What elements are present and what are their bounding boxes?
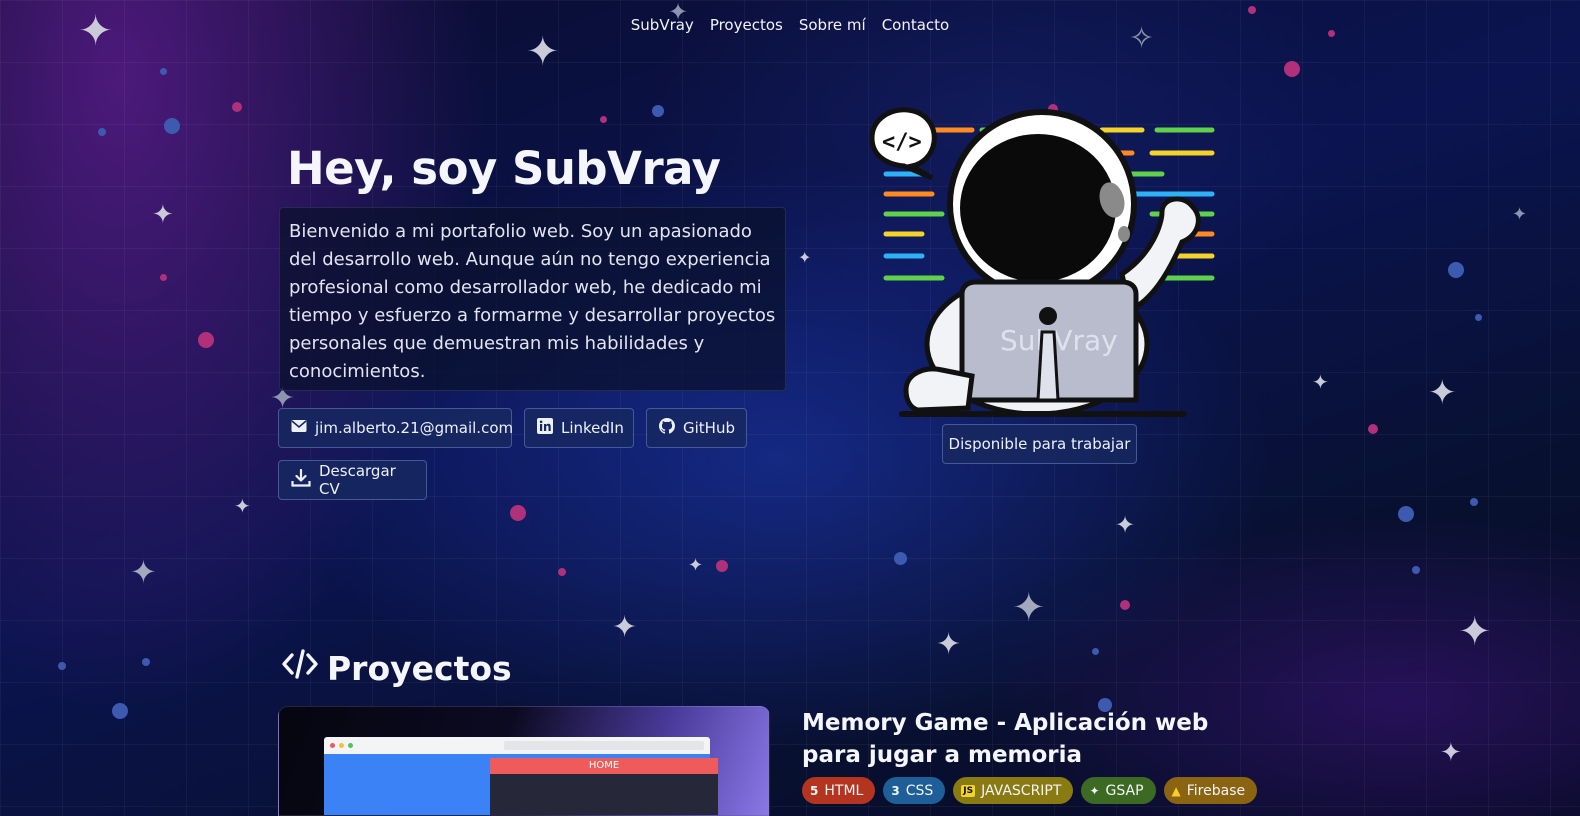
decor-dot [1448, 262, 1464, 278]
gsap-icon: ✦ [1089, 783, 1100, 798]
decor-dot [160, 274, 167, 281]
tag-label: HTML [824, 782, 864, 799]
availability-badge: Disponible para trabajar [942, 424, 1137, 464]
decor-dot [894, 552, 907, 565]
sparkle-icon: ✦ [1312, 370, 1329, 394]
sparkle-icon: ✦ [130, 553, 157, 591]
decor-dot [232, 102, 242, 112]
sparkle-icon: ✦ [1458, 609, 1492, 655]
project-title[interactable]: Memory Game - Aplicación web para jugar … [802, 707, 1262, 771]
sparkle-icon: ✦ [1012, 585, 1046, 631]
tag-label: JAVASCRIPT [981, 782, 1062, 799]
mockup-game-area [490, 774, 718, 815]
decor-dot [716, 560, 728, 572]
download-cv-button[interactable]: Descargar CV [278, 460, 427, 500]
window-maximize-dot [348, 743, 353, 748]
sparkle-icon: ✦ [798, 248, 812, 267]
svg-text:SubVray: SubVray [1000, 324, 1118, 357]
tag-html: 5 HTML [802, 777, 876, 804]
mockup-page: HOME [324, 754, 718, 815]
space-background: ✦ ✦ ✦ ✧ ✦ ✦ ✦ ✦ ✦ ✦ ✦ ✦ ✦ ✦ ✦ ✦ ✦ ✦ ✦ [0, 0, 1580, 816]
intro-paragraph: Bienvenido a mi portafolio web. Soy un a… [279, 207, 786, 391]
nav-link-home[interactable]: SubVray [631, 16, 694, 34]
window-close-dot [330, 743, 335, 748]
decor-dot [1368, 424, 1378, 434]
linkedin-button-label: LinkedIn [561, 419, 624, 437]
decor-dot [1248, 6, 1256, 14]
projects-title-text: Proyectos [327, 648, 512, 688]
javascript-icon: JS [961, 784, 976, 797]
github-icon [659, 418, 675, 438]
window-minimize-dot [339, 743, 344, 748]
decor-dot [1398, 506, 1414, 522]
decor-dot [1412, 566, 1420, 574]
html5-icon: 5 [810, 783, 819, 798]
decor-dot [164, 118, 180, 134]
tag-label: CSS [905, 782, 934, 799]
decor-dot [112, 703, 128, 719]
hero-title: Hey, soy SubVray [287, 142, 721, 195]
sparkle-icon: ✦ [1512, 204, 1528, 225]
email-button[interactable]: jim.alberto.21@gmail.com [278, 408, 514, 448]
decor-dot [600, 116, 607, 123]
nav-link-about[interactable]: Sobre mí [799, 16, 866, 34]
download-icon [291, 468, 311, 491]
tag-firebase: ▲ Firebase [1163, 777, 1258, 804]
svg-text:</>: </> [882, 130, 922, 155]
projects-section-title: Proyectos [281, 648, 512, 688]
decor-dot [198, 332, 214, 348]
linkedin-button[interactable]: LinkedIn [524, 408, 634, 448]
sparkle-icon: ✦ [688, 555, 704, 576]
mail-icon [291, 419, 307, 437]
sparkle-icon: ✦ [152, 200, 174, 230]
github-button[interactable]: GitHub [646, 408, 747, 448]
browser-url-bar [504, 741, 704, 750]
tag-label: Firebase [1186, 782, 1246, 799]
nav-link-contact[interactable]: Contacto [882, 16, 950, 34]
github-button-label: GitHub [683, 419, 735, 437]
decor-dot [1470, 498, 1478, 506]
decor-dot [652, 105, 664, 117]
decor-dot [160, 68, 167, 75]
decor-dot [98, 128, 106, 136]
sparkle-icon: ✦ [612, 610, 638, 645]
decor-dot [510, 505, 526, 521]
email-button-label: jim.alberto.21@gmail.com [315, 419, 514, 437]
decor-dot [1475, 314, 1482, 321]
sparkle-icon: ✦ [936, 627, 962, 662]
decor-dot [142, 658, 150, 666]
sparkle-icon: ✦ [1428, 373, 1457, 413]
sparkle-icon: ✦ [1115, 511, 1136, 539]
css3-icon: 3 [891, 783, 900, 798]
browser-mockup: HOME [324, 737, 718, 815]
tag-gsap: ✦ GSAP [1081, 777, 1156, 804]
tag-label: GSAP [1105, 782, 1144, 799]
code-bubble-icon: </> [869, 107, 937, 181]
project-thumbnail[interactable]: HOME [278, 706, 770, 816]
decor-dot [58, 662, 66, 670]
sparkle-icon: ✦ [526, 29, 560, 75]
tag-css: 3 CSS [883, 777, 946, 804]
decor-dot [1092, 648, 1099, 655]
decor-dot [558, 568, 566, 576]
sparkle-icon: ✦ [1440, 738, 1462, 768]
tag-javascript: JS JAVASCRIPT [953, 777, 1074, 804]
decor-dot [1120, 600, 1130, 610]
top-navigation: SubVray Proyectos Sobre mí Contacto [0, 16, 1580, 34]
background-grid [0, 0, 1580, 816]
decor-dot [1284, 61, 1300, 77]
astronaut-illustration: </> SubVray [862, 104, 1222, 424]
download-cv-button-label: Descargar CV [319, 462, 396, 498]
nav-link-projects[interactable]: Proyectos [710, 16, 783, 34]
linkedin-icon [537, 418, 553, 438]
mockup-home-header: HOME [490, 758, 718, 774]
firebase-icon: ▲ [1171, 783, 1181, 798]
project-tech-tags: 5 HTML 3 CSS JS JAVASCRIPT ✦ GSAP ▲ Fire… [802, 777, 1258, 804]
sparkle-icon: ✦ [234, 494, 251, 518]
code-icon [281, 648, 319, 688]
